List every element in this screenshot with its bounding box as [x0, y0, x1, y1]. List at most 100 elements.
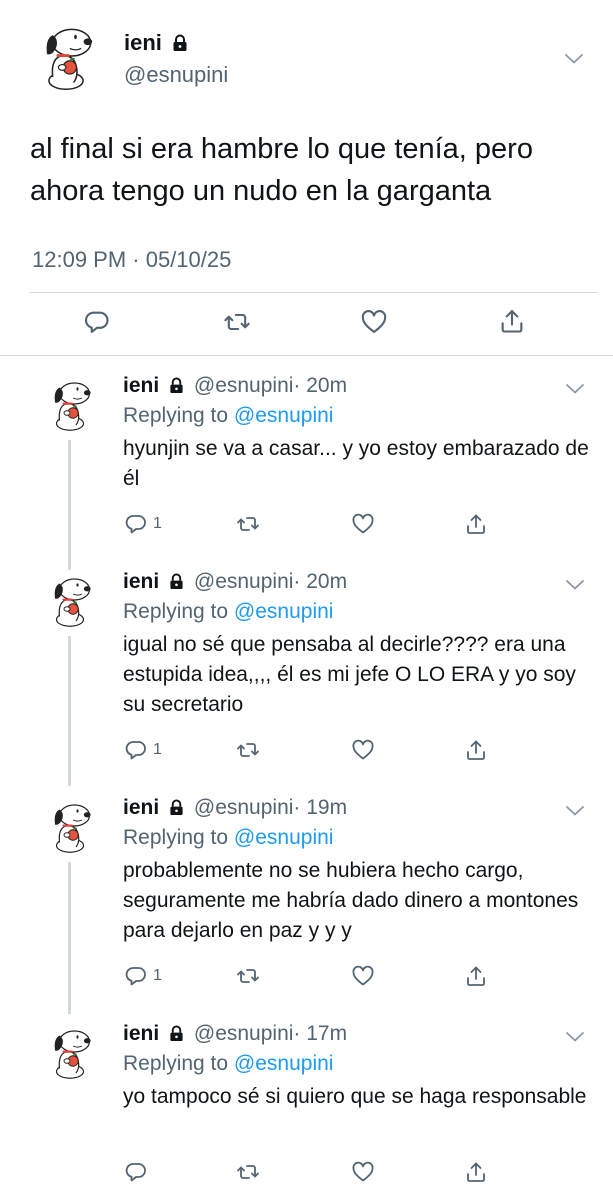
author-handle[interactable]: @esnupini: [194, 374, 294, 397]
author-name[interactable]: ieni: [123, 1022, 159, 1045]
like-button[interactable]: [360, 308, 388, 336]
reply-button[interactable]: 1: [124, 738, 162, 762]
share-icon: [464, 737, 488, 763]
thread-line: [68, 440, 71, 574]
like-button[interactable]: [351, 738, 375, 762]
like-button[interactable]: [351, 1160, 375, 1184]
mention-link[interactable]: @esnupini: [234, 404, 334, 427]
reply-icon: [124, 738, 148, 762]
avatar[interactable]: [40, 374, 100, 434]
reply-tweet[interactable]: ieni @esnupini· 20m Replying to @esnupin…: [0, 362, 613, 582]
lock-icon: [172, 34, 188, 52]
avatar[interactable]: [40, 570, 100, 630]
share-icon: [498, 306, 526, 336]
reply-icon: [124, 1160, 148, 1184]
reply-button[interactable]: 1: [124, 512, 162, 536]
retweet-button[interactable]: [235, 1160, 261, 1184]
retweet-button[interactable]: [235, 964, 261, 988]
share-button[interactable]: [498, 306, 526, 336]
retweet-icon: [235, 1160, 261, 1184]
retweet-button[interactable]: [235, 738, 261, 762]
lock-icon: [169, 377, 184, 394]
author-name[interactable]: ieni: [124, 30, 162, 55]
reply-count: 1: [153, 515, 162, 532]
mention-link[interactable]: @esnupini: [234, 1052, 334, 1075]
mention-link[interactable]: @esnupini: [234, 826, 334, 849]
reply-icon: [83, 308, 111, 336]
divider: [30, 292, 598, 293]
tweet-actions: 1: [0, 962, 613, 992]
reply-icon: [124, 964, 148, 988]
avatar[interactable]: [28, 18, 104, 94]
chevron-down-icon[interactable]: [566, 1032, 584, 1042]
share-button[interactable]: [464, 737, 488, 763]
reply-button[interactable]: [83, 308, 111, 336]
author-name[interactable]: ieni: [123, 374, 159, 397]
tweet-timestamp[interactable]: 12:09 PM · 05/10/25: [32, 247, 231, 273]
like-button[interactable]: [351, 964, 375, 988]
reply-header: ieni @esnupini· 17m: [123, 1022, 347, 1046]
author-name-row: ieni: [124, 30, 188, 56]
retweet-button[interactable]: [222, 308, 252, 336]
retweet-icon: [235, 738, 261, 762]
replying-to: Replying to @esnupini: [123, 826, 333, 850]
author-name[interactable]: ieni: [123, 570, 159, 593]
retweet-icon: [222, 308, 252, 336]
reply-tweet[interactable]: ieni @esnupini· 20m Replying to @esnupin…: [0, 558, 613, 788]
tweet-text: hyunjin se va a casar... y yo estoy emba…: [123, 437, 589, 490]
lock-icon: [169, 573, 184, 590]
replying-to: Replying to @esnupini: [123, 600, 333, 624]
tweet-text: probablemente no se hubiera hecho cargo,…: [123, 859, 579, 942]
tweet-actions: 1: [0, 510, 613, 540]
replying-to-label: Replying to: [123, 600, 234, 623]
share-icon: [464, 963, 488, 989]
heart-icon: [360, 308, 388, 336]
chevron-down-icon[interactable]: [566, 384, 584, 394]
lock-icon: [169, 1025, 184, 1042]
reply-header: ieni @esnupini· 20m: [123, 570, 347, 594]
avatar[interactable]: [40, 796, 100, 856]
heart-icon: [351, 1160, 375, 1184]
reply-button[interactable]: [124, 1160, 153, 1184]
replying-to-label: Replying to: [123, 826, 234, 849]
reply-icon: [124, 512, 148, 536]
tweet-text: yo tampoco sé si quiero que se haga resp…: [123, 1085, 587, 1108]
retweet-button[interactable]: [235, 512, 261, 536]
reply-tweet[interactable]: ieni @esnupini· 19m Replying to @esnupin…: [0, 784, 613, 1014]
heart-icon: [351, 964, 375, 988]
chevron-down-icon[interactable]: [565, 54, 583, 64]
reply-header: ieni @esnupini· 19m: [123, 796, 347, 820]
author-name[interactable]: ieni: [123, 796, 159, 819]
reply-time[interactable]: · 17m: [293, 1022, 347, 1045]
author-handle[interactable]: @esnupini: [194, 1022, 294, 1045]
replying-to: Replying to @esnupini: [123, 404, 333, 428]
reply-time[interactable]: · 20m: [293, 374, 347, 397]
share-icon: [464, 1159, 488, 1185]
divider: [0, 355, 613, 356]
like-button[interactable]: [351, 512, 375, 536]
chevron-down-icon[interactable]: [566, 806, 584, 816]
reply-header: ieni @esnupini· 20m: [123, 374, 347, 398]
reply-count: 1: [153, 967, 162, 984]
author-handle[interactable]: @esnupini: [124, 62, 228, 88]
author-handle[interactable]: @esnupini: [194, 570, 294, 593]
chevron-down-icon[interactable]: [566, 580, 584, 590]
retweet-icon: [235, 512, 261, 536]
mention-link[interactable]: @esnupini: [234, 600, 334, 623]
avatar[interactable]: [40, 1022, 100, 1082]
reply-time[interactable]: · 20m: [293, 570, 347, 593]
reply-time[interactable]: · 19m: [293, 796, 347, 819]
reply-button[interactable]: 1: [124, 964, 162, 988]
author-handle[interactable]: @esnupini: [194, 796, 294, 819]
tweet-text: igual no sé que pensaba al decirle???? e…: [123, 633, 576, 716]
heart-icon: [351, 738, 375, 762]
reply-tweet[interactable]: ieni @esnupini· 17m Replying to @esnupin…: [0, 1010, 613, 1200]
share-button[interactable]: [464, 963, 488, 989]
share-button[interactable]: [464, 1159, 488, 1185]
share-button[interactable]: [464, 511, 488, 537]
tweet-text: al final si era hambre lo que tenía, per…: [30, 133, 533, 207]
retweet-icon: [235, 964, 261, 988]
tweet-actions: [0, 1158, 613, 1188]
main-tweet[interactable]: ieni @esnupini al final si era hambre lo…: [0, 0, 613, 356]
replying-to-label: Replying to: [123, 1052, 234, 1075]
